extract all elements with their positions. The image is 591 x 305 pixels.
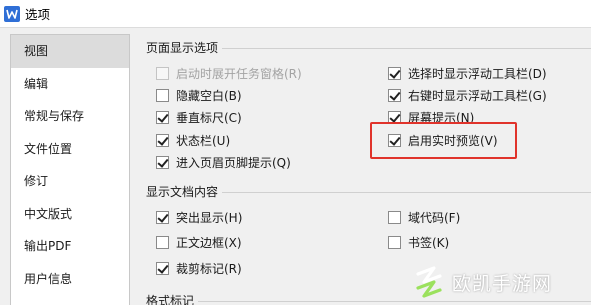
- sidebar-item-user-info[interactable]: 用户信息: [11, 263, 129, 296]
- option-label: 正文边框(X): [176, 235, 242, 250]
- sidebar-item-revision[interactable]: 修订: [11, 165, 129, 198]
- option-float-toolbar-rightclick[interactable]: 右键时显示浮动工具栏(G): [388, 87, 547, 103]
- section-divider: [146, 301, 591, 302]
- checkbox[interactable]: [156, 155, 169, 169]
- sidebar-item-general-save[interactable]: 常规与保存: [11, 100, 129, 133]
- checkbox[interactable]: [156, 210, 169, 224]
- option-label: 右键时显示浮动工具栏(G): [408, 88, 547, 103]
- option-hide-whitespace[interactable]: 隐藏空白(B): [156, 87, 242, 103]
- section-title-format-marks: 格式标记: [146, 293, 199, 305]
- option-vertical-ruler[interactable]: 垂直标尺(C): [156, 109, 242, 125]
- sidebar-item-view[interactable]: 视图: [11, 35, 129, 68]
- sidebar-item-chinese-layout[interactable]: 中文版式: [11, 198, 129, 231]
- option-label: 选择时显示浮动工具栏(D): [408, 66, 547, 81]
- sidebar-item-file-location[interactable]: 文件位置: [11, 133, 129, 166]
- checkbox[interactable]: [156, 88, 169, 102]
- option-label: 进入页眉页脚提示(Q): [176, 155, 291, 170]
- section-title-doc-content: 显示文档内容: [146, 184, 223, 200]
- checkbox[interactable]: [156, 261, 169, 275]
- checkbox[interactable]: [388, 88, 401, 102]
- option-field-codes[interactable]: 域代码(F): [388, 209, 460, 225]
- checkbox[interactable]: [156, 133, 169, 147]
- option-crop-marks[interactable]: 裁剪标记(R): [156, 260, 242, 276]
- watermark-text: 欧凯手游网: [452, 272, 553, 295]
- option-label: 书签(K): [408, 235, 450, 250]
- site-watermark: 欧凯手游网: [412, 264, 552, 300]
- option-highlight[interactable]: 突出显示(H): [156, 209, 242, 225]
- checkbox[interactable]: [156, 66, 169, 80]
- window-title: 选项: [25, 7, 51, 22]
- option-text-boundaries[interactable]: 正文边框(X): [156, 234, 242, 250]
- watermark-logo-icon: [416, 266, 442, 298]
- option-float-toolbar-select[interactable]: 选择时显示浮动工具栏(D): [388, 65, 547, 81]
- sidebar-item-edit[interactable]: 编辑: [11, 68, 129, 101]
- option-label: 突出显示(H): [176, 210, 243, 225]
- sidebar-item-output-pdf[interactable]: 输出PDF: [11, 230, 129, 263]
- checkbox[interactable]: [388, 210, 401, 224]
- checkbox[interactable]: [156, 235, 169, 249]
- wps-app-icon: [4, 5, 20, 22]
- checkbox[interactable]: [388, 66, 401, 80]
- option-expand-task-pane[interactable]: 启动时展开任务窗格(R): [156, 65, 302, 81]
- red-highlight-frame: [370, 122, 517, 159]
- checkbox[interactable]: [156, 110, 169, 124]
- option-label: 域代码(F): [408, 210, 461, 225]
- option-label: 裁剪标记(R): [176, 261, 242, 276]
- option-label: 垂直标尺(C): [176, 110, 242, 125]
- option-status-bar[interactable]: 状态栏(U): [156, 132, 230, 148]
- title-bar: 选项: [0, 0, 591, 28]
- section-title-page-display: 页面显示选项: [146, 40, 223, 56]
- option-label: 启动时展开任务窗格(R): [176, 66, 302, 81]
- option-header-footer-hint[interactable]: 进入页眉页脚提示(Q): [156, 154, 291, 170]
- option-label: 隐藏空白(B): [176, 88, 242, 103]
- checkbox[interactable]: [388, 235, 401, 249]
- options-sidebar: 视图 编辑 常规与保存 文件位置 修订 中文版式 输出PDF 用户信息: [10, 34, 130, 305]
- option-bookmarks[interactable]: 书签(K): [388, 234, 449, 250]
- option-label: 状态栏(U): [176, 133, 231, 148]
